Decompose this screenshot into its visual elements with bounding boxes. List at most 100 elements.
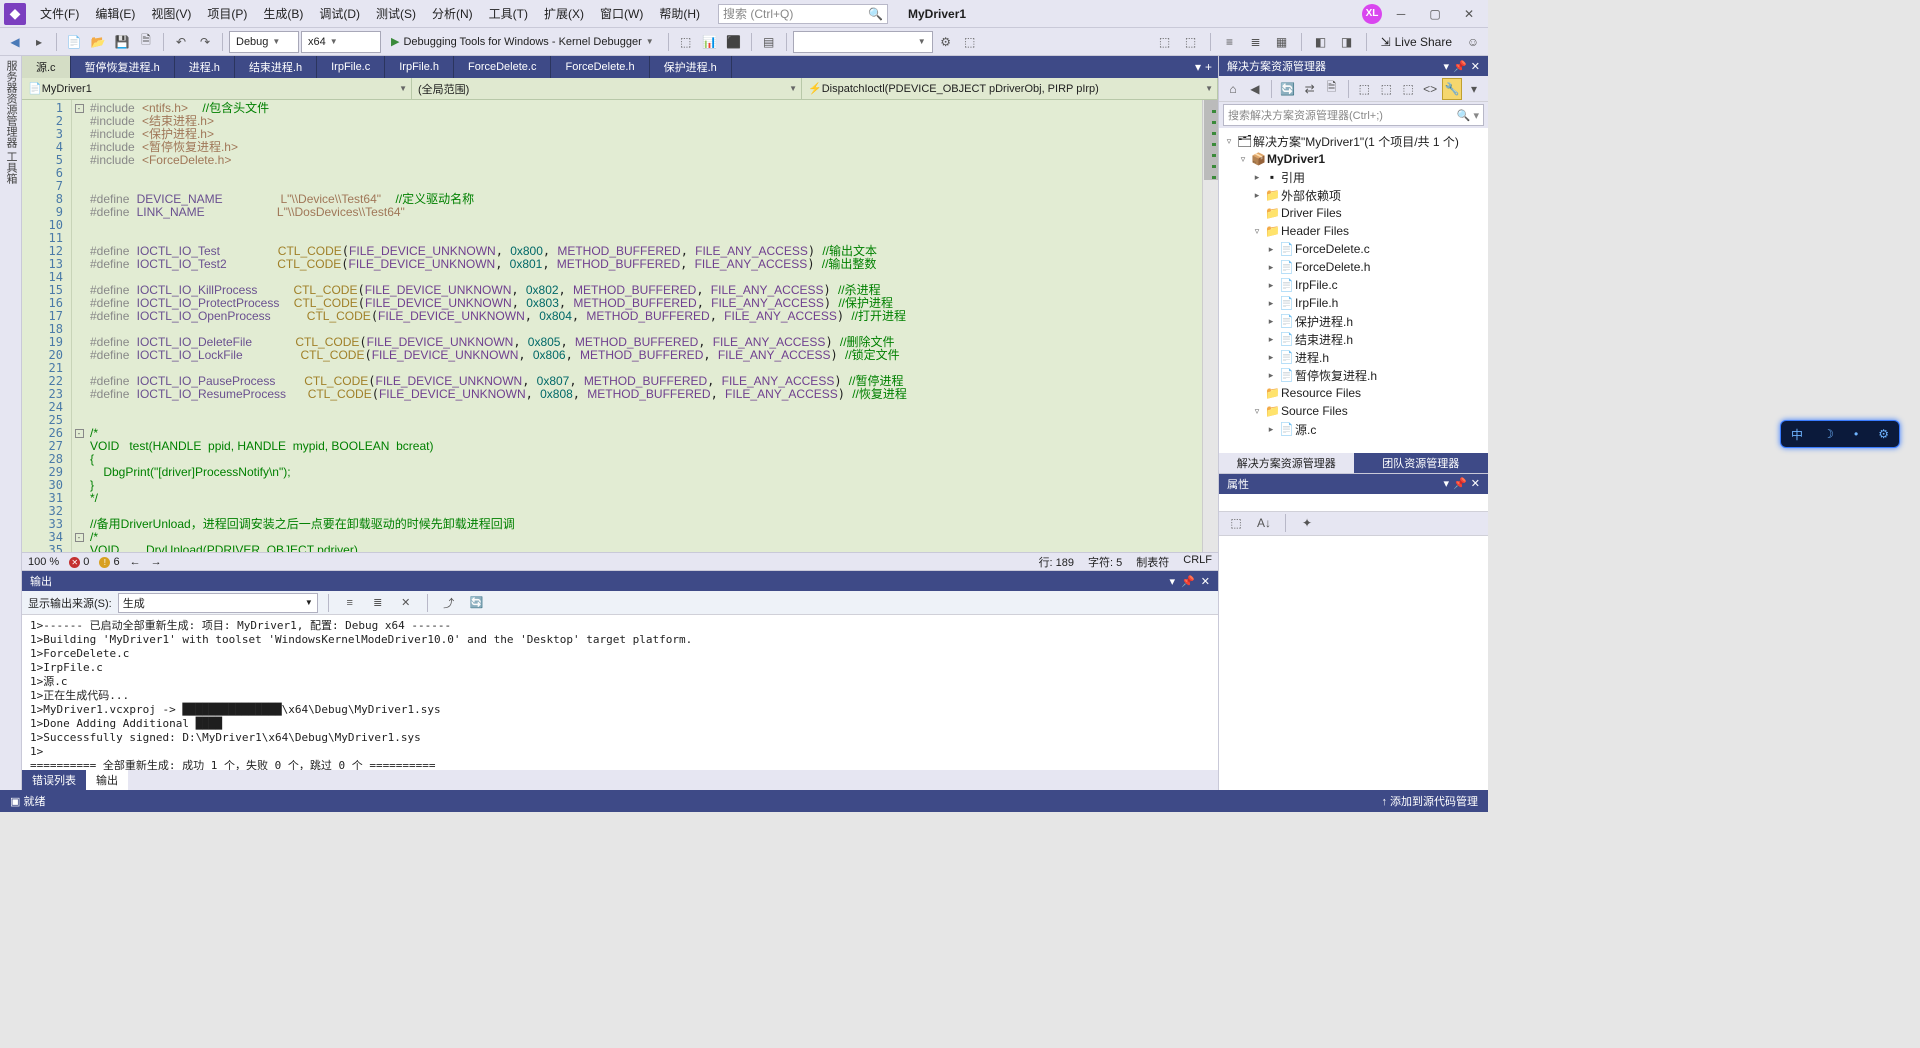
tree-row[interactable]: ▸📄IrpFile.c xyxy=(1219,276,1488,294)
menu-item[interactable]: 视图(V) xyxy=(143,1,199,26)
minimize-button[interactable]: ─ xyxy=(1386,3,1416,25)
tree-row[interactable]: ▸📄暂停恢复进程.h xyxy=(1219,366,1488,384)
open-button[interactable]: 📂 xyxy=(87,31,109,53)
code-area[interactable]: #include <ntifs.h> //包含头文件 #include <结束进… xyxy=(86,100,1202,552)
props-pin-icon[interactable]: 📌 xyxy=(1453,477,1467,490)
se-filter-icon[interactable]: 🗎 xyxy=(1322,78,1342,100)
save-button[interactable]: 💾 xyxy=(111,31,133,53)
bottom-tab[interactable]: 错误列表 xyxy=(22,770,86,790)
pin-icon[interactable]: 📌 xyxy=(1181,575,1195,588)
new-file-button[interactable]: 📄 xyxy=(63,31,85,53)
config-combo[interactable]: Debug▼ xyxy=(229,31,299,53)
tree-row[interactable]: ▿📁Source Files xyxy=(1219,402,1488,420)
se-collapse-icon[interactable]: ⬚ xyxy=(1376,78,1396,100)
user-avatar[interactable]: XL xyxy=(1362,4,1382,24)
menu-item[interactable]: 帮助(H) xyxy=(651,1,708,26)
menu-item[interactable]: 测试(S) xyxy=(368,1,424,26)
platform-combo[interactable]: x64▼ xyxy=(301,31,381,53)
close-button[interactable]: ✕ xyxy=(1454,3,1484,25)
nav-type-combo[interactable]: (全局范围)▼ xyxy=(412,78,802,99)
se-code-icon[interactable]: <> xyxy=(1420,78,1440,100)
global-search-input[interactable]: 搜索 (Ctrl+Q) 🔍 xyxy=(718,4,888,24)
panel-dropdown-icon[interactable]: ▾ xyxy=(1170,575,1176,588)
maximize-button[interactable]: ▢ xyxy=(1420,3,1450,25)
se-dropdown-icon[interactable]: ▾ xyxy=(1444,60,1450,73)
menu-item[interactable]: 窗口(W) xyxy=(592,1,651,26)
document-tab[interactable]: 进程.h xyxy=(175,56,235,78)
tree-row[interactable]: ▸📄ForceDelete.h xyxy=(1219,258,1488,276)
widget-icon-2[interactable]: ☽ xyxy=(1823,427,1834,441)
live-share-button[interactable]: ⇲Live Share xyxy=(1375,35,1458,49)
tool-r3[interactable]: ≡ xyxy=(1219,31,1241,53)
status-source-control[interactable]: ↑ 添加到源代码管理 xyxy=(1381,793,1478,809)
back-button[interactable]: ◀ xyxy=(4,31,26,53)
tool-r2[interactable]: ⬚ xyxy=(1180,31,1202,53)
document-tab[interactable]: 暂停恢复进程.h xyxy=(71,56,175,78)
tool-btn-3[interactable]: ⬛ xyxy=(723,31,745,53)
menu-item[interactable]: 扩展(X) xyxy=(536,1,592,26)
menu-item[interactable]: 编辑(E) xyxy=(87,1,143,26)
redo-button[interactable]: ↷ xyxy=(194,31,216,53)
warning-count[interactable]: ! 6 xyxy=(99,556,119,568)
out-btn-3[interactable]: ✕ xyxy=(395,592,417,614)
empty-combo[interactable]: ▼ xyxy=(793,31,933,53)
tool-r5[interactable]: ▦ xyxy=(1271,31,1293,53)
tool-btn-5[interactable]: ⚙ xyxy=(935,31,957,53)
menu-item[interactable]: 文件(F) xyxy=(32,1,87,26)
nav-next[interactable]: → xyxy=(151,556,162,568)
se-wrench-icon[interactable]: 🔧 xyxy=(1442,78,1462,100)
props-combo[interactable] xyxy=(1219,494,1488,512)
tool-btn-4[interactable]: ▤ xyxy=(758,31,780,53)
se-sync-icon[interactable]: ⇄ xyxy=(1300,78,1320,100)
tree-row[interactable]: ▸📄ForceDelete.c xyxy=(1219,240,1488,258)
tree-row[interactable]: ▿🗂解决方案"MyDriver1"(1 个项目/共 1 个) xyxy=(1219,132,1488,150)
props-sort-icon[interactable]: A↓ xyxy=(1253,512,1275,534)
zoom-level[interactable]: 100 % xyxy=(28,556,59,568)
document-tab[interactable]: IrpFile.h xyxy=(385,56,454,78)
props-dropdown-icon[interactable]: ▾ xyxy=(1444,477,1450,490)
tree-row[interactable]: ▸📄结束进程.h xyxy=(1219,330,1488,348)
tool-btn-2[interactable]: 📊 xyxy=(699,31,721,53)
se-props-icon[interactable]: ⬚ xyxy=(1398,78,1418,100)
se-refresh-icon[interactable]: 🔄 xyxy=(1278,78,1298,100)
tree-row[interactable]: 📁Driver Files xyxy=(1219,204,1488,222)
nav-scope-combo[interactable]: 📄 MyDriver1▼ xyxy=(22,78,412,99)
tree-row[interactable]: ▿📦MyDriver1 xyxy=(1219,150,1488,168)
widget-icon-3[interactable]: • xyxy=(1854,427,1858,441)
props-cat-icon[interactable]: ⬚ xyxy=(1225,512,1247,534)
document-tab[interactable]: ForceDelete.c xyxy=(454,56,551,78)
tab-dropdown-icon[interactable]: ▾ xyxy=(1195,60,1201,74)
bottom-tab[interactable]: 输出 xyxy=(86,770,128,790)
tree-row[interactable]: ▸📄进程.h xyxy=(1219,348,1488,366)
props-events-icon[interactable]: ✦ xyxy=(1296,512,1318,534)
vertical-scrollbar[interactable] xyxy=(1202,100,1218,552)
right-tab[interactable]: 团队资源管理器 xyxy=(1354,453,1489,473)
undo-button[interactable]: ↶ xyxy=(170,31,192,53)
tree-row[interactable]: ▸📁外部依赖项 xyxy=(1219,186,1488,204)
se-close-icon[interactable]: ✕ xyxy=(1471,60,1480,73)
code-editor[interactable]: 1234567891011121314151617181920212223242… xyxy=(22,100,1218,552)
tree-row[interactable]: 📁Resource Files xyxy=(1219,384,1488,402)
nav-member-combo[interactable]: ⚡ DispatchIoctl(PDEVICE_OBJECT pDriverOb… xyxy=(802,78,1218,99)
se-back-icon[interactable]: ◀ xyxy=(1245,78,1265,100)
document-tab[interactable]: 源.c xyxy=(22,56,71,78)
se-pin-icon[interactable]: 📌 xyxy=(1453,60,1467,73)
tool-r6[interactable]: ◧ xyxy=(1310,31,1332,53)
tree-row[interactable]: ▿📁Header Files xyxy=(1219,222,1488,240)
tool-btn-6[interactable]: ⬚ xyxy=(959,31,981,53)
save-all-button[interactable]: 🗎 xyxy=(135,31,157,53)
solution-search-input[interactable]: 搜索解决方案资源管理器(Ctrl+;) 🔍 ▾ xyxy=(1223,104,1484,126)
document-tab[interactable]: IrpFile.c xyxy=(317,56,385,78)
document-tab[interactable]: ForceDelete.h xyxy=(551,56,649,78)
out-btn-2[interactable]: ≣ xyxy=(367,592,389,614)
se-more-icon[interactable]: ▾ xyxy=(1464,78,1484,100)
tab-add-icon[interactable]: + xyxy=(1205,60,1212,74)
left-toolwell[interactable]: 服务器资源管理器 工具箱 xyxy=(0,56,22,790)
tool-r1[interactable]: ⬚ xyxy=(1154,31,1176,53)
output-text[interactable]: 1>------ 已启动全部重新生成: 项目: MyDriver1, 配置: D… xyxy=(22,615,1218,770)
tree-row[interactable]: ▸📄源.c xyxy=(1219,420,1488,438)
document-tab[interactable]: 结束进程.h xyxy=(235,56,317,78)
floating-widget[interactable]: 中 ☽ • ⚙ xyxy=(1780,420,1900,448)
start-debug-button[interactable]: ▶Debugging Tools for Windows - Kernel De… xyxy=(383,31,662,53)
close-panel-icon[interactable]: ✕ xyxy=(1201,575,1210,588)
